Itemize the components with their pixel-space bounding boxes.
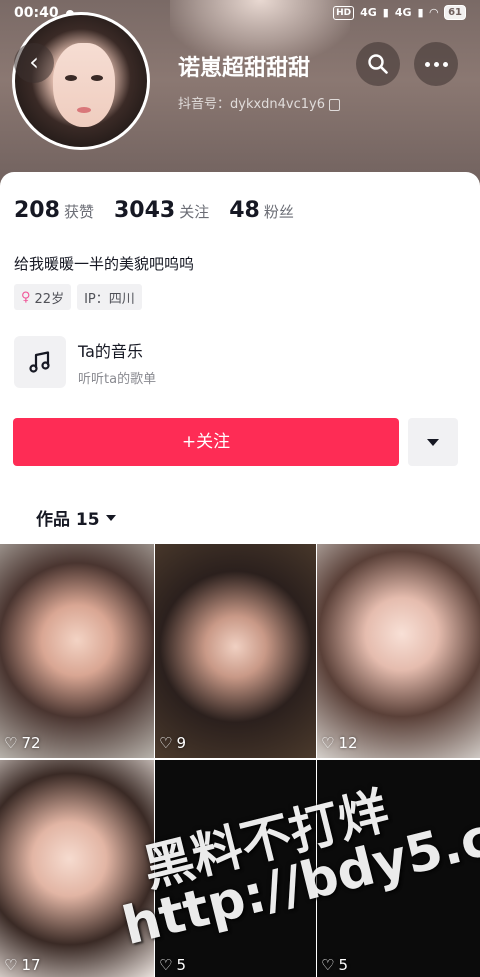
signal-bars-icon-2: ▮ bbox=[417, 6, 424, 19]
ip-tag: IP：四川 bbox=[77, 284, 142, 310]
like-count: ♡ 17 bbox=[4, 956, 41, 974]
like-count: ♡ 72 bbox=[4, 734, 41, 752]
stat-followers-value: 48 bbox=[229, 198, 260, 223]
age-tag: ♀ 22岁 bbox=[14, 284, 72, 310]
stat-likes-value: 208 bbox=[14, 198, 60, 223]
heart-icon: ♡ bbox=[4, 956, 18, 974]
profile-tags: ♀ 22岁 IP：四川 bbox=[14, 284, 142, 310]
music-title: Ta的音乐 bbox=[78, 341, 143, 361]
female-icon: ♀ bbox=[21, 289, 31, 305]
ip-tag-text: IP：四川 bbox=[84, 291, 135, 307]
like-count: ♡ 9 bbox=[159, 734, 186, 752]
more-button[interactable] bbox=[414, 42, 458, 86]
age-tag-text: 22岁 bbox=[34, 291, 65, 307]
video-thumbnail[interactable]: ♡ 12 bbox=[317, 544, 480, 758]
signal-4g-2: 4G bbox=[394, 6, 412, 19]
back-button[interactable]: ‹ bbox=[14, 43, 54, 83]
recommend-dropdown-button[interactable] bbox=[408, 418, 458, 466]
heart-icon: ♡ bbox=[4, 734, 18, 752]
profile-page: 00:40 HD 4G ▮ 4G ▮ ◠ 61 ‹ 诺崽超甜甜甜 抖音号：dyk… bbox=[0, 0, 480, 977]
avatar-face bbox=[53, 43, 115, 127]
stat-following-value: 3043 bbox=[113, 198, 176, 223]
triangle-down-icon bbox=[427, 438, 439, 446]
stat-following-label: 关注 bbox=[179, 203, 210, 221]
video-thumbnail[interactable]: ♡ 72 bbox=[0, 544, 154, 758]
like-count: ♡ 5 bbox=[159, 956, 186, 974]
like-count-value: 72 bbox=[21, 734, 41, 752]
music-note-icon bbox=[29, 351, 50, 373]
like-count-value: 5 bbox=[176, 956, 186, 974]
stat-followers-label: 粉丝 bbox=[263, 203, 294, 221]
avatar-eye-right bbox=[91, 75, 103, 81]
tab-works-label: 作品 15 bbox=[36, 510, 100, 530]
signal-4g-1: 4G bbox=[360, 6, 377, 19]
douyin-id[interactable]: 抖音号：dykxdn4vc1y6 bbox=[178, 93, 341, 112]
more-icon bbox=[424, 61, 448, 67]
search-button[interactable] bbox=[356, 42, 400, 86]
douyin-id-text: 抖音号：dykxdn4vc1y6 bbox=[178, 97, 326, 112]
heart-icon: ♡ bbox=[159, 956, 173, 974]
like-count-value: 12 bbox=[338, 734, 358, 752]
heart-icon: ♡ bbox=[321, 734, 335, 752]
music-text: Ta的音乐 听听ta的歌单 bbox=[78, 338, 156, 387]
caret-down-icon bbox=[105, 514, 116, 521]
stat-likes[interactable]: 208 获赞 bbox=[14, 198, 94, 223]
like-count: ♡ 5 bbox=[321, 956, 348, 974]
stat-likes-label: 获赞 bbox=[63, 203, 94, 221]
music-subtitle: 听听ta的歌单 bbox=[78, 371, 157, 387]
profile-bio: 给我暖暖一半的美貌吧呜呜 bbox=[14, 255, 195, 273]
like-count-value: 9 bbox=[176, 734, 186, 752]
battery-icon: 61 bbox=[444, 5, 466, 20]
music-entry[interactable]: Ta的音乐 听听ta的歌单 bbox=[14, 336, 156, 388]
copy-icon[interactable] bbox=[329, 98, 341, 111]
signal-bars-icon: ▮ bbox=[382, 6, 389, 19]
search-icon bbox=[368, 54, 388, 74]
stat-following[interactable]: 3043 关注 bbox=[114, 198, 209, 223]
follow-button[interactable]: +关注 bbox=[13, 418, 399, 466]
avatar-eye-left bbox=[65, 75, 77, 81]
avatar-lip bbox=[77, 107, 91, 113]
profile-nickname: 诺崽超甜甜甜 bbox=[178, 56, 311, 81]
like-count: ♡ 12 bbox=[321, 734, 358, 752]
heart-icon: ♡ bbox=[159, 734, 173, 752]
stat-followers[interactable]: 48 粉丝 bbox=[229, 198, 294, 223]
like-count-value: 5 bbox=[338, 956, 348, 974]
like-count-value: 17 bbox=[21, 956, 41, 974]
hd-badge: HD bbox=[333, 5, 355, 20]
heart-icon: ♡ bbox=[321, 956, 335, 974]
chevron-left-icon: ‹ bbox=[29, 48, 39, 76]
video-thumbnail[interactable]: ♡ 9 bbox=[155, 544, 316, 758]
music-icon-box bbox=[14, 336, 66, 388]
profile-stats: 208 获赞 3043 关注 48 粉丝 bbox=[14, 198, 294, 223]
tab-works[interactable]: 作品 15 bbox=[36, 505, 116, 530]
wifi-icon: ◠ bbox=[429, 6, 439, 19]
status-indicators: HD 4G ▮ 4G ▮ ◠ 61 bbox=[333, 5, 466, 20]
